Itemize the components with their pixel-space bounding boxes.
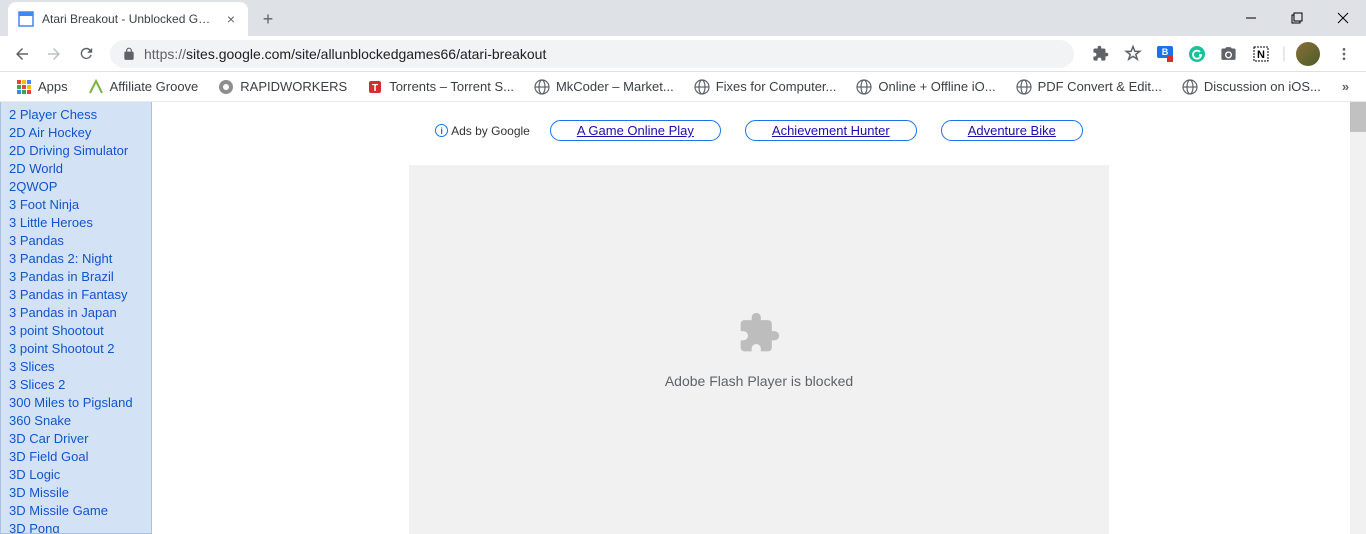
profile-avatar[interactable] (1296, 42, 1320, 66)
sidebar-game-link[interactable]: 3 point Shootout (9, 322, 143, 340)
bookmark-favicon (856, 79, 872, 95)
grammarly-icon[interactable] (1188, 45, 1206, 63)
bookmark-favicon (218, 79, 234, 95)
bookmark-label: RAPIDWORKERS (240, 79, 347, 94)
scrollbar-track[interactable] (1350, 102, 1366, 534)
sidebar-game-link[interactable]: 3 Pandas in Brazil (9, 268, 143, 286)
ad-link-pill[interactable]: Achievement Hunter (745, 120, 917, 141)
games-sidebar: 2 Player Chess2D Air Hockey2D Driving Si… (0, 102, 152, 534)
back-button[interactable] (8, 40, 36, 68)
sidebar-game-link[interactable]: 3 point Shootout 2 (9, 340, 143, 358)
tab-strip: Atari Breakout - Unblocked Games × + (0, 0, 1366, 36)
ad-link-pill[interactable]: A Game Online Play (550, 120, 721, 141)
sidebar-game-link[interactable]: 3D Missile (9, 484, 143, 502)
close-tab-icon[interactable]: × (224, 12, 238, 26)
flash-blocked-box[interactable]: Adobe Flash Player is blocked (409, 165, 1109, 534)
sidebar-game-link[interactable]: 3 Pandas in Fantasy (9, 286, 143, 304)
bookmark-favicon (1182, 79, 1198, 95)
close-window-button[interactable] (1320, 0, 1366, 36)
bookmark-favicon (534, 79, 550, 95)
minimize-button[interactable] (1228, 0, 1274, 36)
bookmarks-bar: Apps Affiliate Groove RAPIDWORKERS T Torrent… (0, 72, 1366, 102)
chrome-menu-button[interactable] (1330, 40, 1358, 68)
ads-row: i Ads by Google A Game Online Play Achiev… (152, 102, 1366, 147)
bookmark-favicon (88, 79, 104, 95)
bookmark-item[interactable]: Fixes for Computer... (686, 75, 845, 99)
sidebar-game-link[interactable]: 2D Air Hockey (9, 124, 143, 142)
svg-text:B: B (1162, 47, 1169, 57)
bookmark-favicon (694, 79, 710, 95)
sidebar-game-link[interactable]: 3D Logic (9, 466, 143, 484)
new-tab-button[interactable]: + (254, 5, 282, 33)
main-area: i Ads by Google A Game Online Play Achiev… (152, 102, 1366, 534)
sidebar-game-link[interactable]: 2D Driving Simulator (9, 142, 143, 160)
extension-blue-icon[interactable]: B (1156, 45, 1174, 63)
window-controls (1228, 0, 1366, 36)
sidebar-game-link[interactable]: 2 Player Chess (9, 106, 143, 124)
sidebar-game-link[interactable]: 3 Pandas 2: Night (9, 250, 143, 268)
ad-link-pill[interactable]: Adventure Bike (941, 120, 1083, 141)
sidebar-game-link[interactable]: 2D World (9, 160, 143, 178)
bookmarks-overflow-button[interactable]: » (1333, 79, 1358, 94)
bookmark-label: Discussion on iOS... (1204, 79, 1321, 94)
bookmark-favicon (1016, 79, 1032, 95)
ads-by-google-label: i Ads by Google (435, 124, 530, 138)
bookmark-item[interactable]: MkCoder – Market... (526, 75, 682, 99)
site-favicon (18, 11, 34, 27)
bookmark-favicon (16, 79, 32, 95)
sidebar-game-link[interactable]: 3D Car Driver (9, 430, 143, 448)
address-bar[interactable]: https://sites.google.com/site/allunblock… (110, 40, 1074, 68)
bookmark-label: Torrents – Torrent S... (389, 79, 514, 94)
sidebar-game-link[interactable]: 3 Pandas (9, 232, 143, 250)
bookmark-label: PDF Convert & Edit... (1038, 79, 1162, 94)
svg-text:T: T (372, 83, 378, 94)
page-content: 2 Player Chess2D Air Hockey2D Driving Si… (0, 102, 1366, 534)
extension-icons: B N (1084, 45, 1278, 63)
tab-title: Atari Breakout - Unblocked Games (42, 12, 216, 26)
sidebar-game-link[interactable]: 3 Little Heroes (9, 214, 143, 232)
sidebar-game-link[interactable]: 3D Missile Game (9, 502, 143, 520)
bookmark-item[interactable]: PDF Convert & Edit... (1008, 75, 1170, 99)
bookmark-item[interactable]: Discussion on iOS... (1174, 75, 1329, 99)
bookmark-label: MkCoder – Market... (556, 79, 674, 94)
maximize-button[interactable] (1274, 0, 1320, 36)
bookmark-item[interactable]: Affiliate Groove (80, 75, 207, 99)
bookmark-label: Affiliate Groove (110, 79, 199, 94)
bookmark-label: Fixes for Computer... (716, 79, 837, 94)
browser-toolbar: https://sites.google.com/site/allunblock… (0, 36, 1366, 72)
bookmark-item[interactable]: Online + Offline iO... (848, 75, 1003, 99)
sidebar-game-link[interactable]: 3D Field Goal (9, 448, 143, 466)
sidebar-game-link[interactable]: 3 Pandas in Japan (9, 304, 143, 322)
scrollbar-thumb[interactable] (1350, 102, 1366, 132)
sidebar-game-link[interactable]: 3 Slices (9, 358, 143, 376)
info-icon[interactable]: i (435, 124, 448, 137)
sidebar-game-link[interactable]: 300 Miles to Pigsland (9, 394, 143, 412)
lock-icon (122, 47, 136, 61)
sidebar-game-link[interactable]: 2QWOP (9, 178, 143, 196)
bookmark-item[interactable]: T Torrents – Torrent S... (359, 75, 522, 99)
bookmark-label: Online + Offline iO... (878, 79, 995, 94)
extension-n-icon[interactable]: N (1252, 45, 1270, 63)
bookmark-item[interactable]: RAPIDWORKERS (210, 75, 355, 99)
bookmark-item[interactable]: Apps (8, 75, 76, 99)
browser-tab[interactable]: Atari Breakout - Unblocked Games × (8, 2, 248, 36)
sidebar-game-link[interactable]: 3D Pong (9, 520, 143, 534)
puzzle-icon (737, 311, 781, 355)
sidebar-game-link[interactable]: 360 Snake (9, 412, 143, 430)
sidebar-game-link[interactable]: 3 Slices 2 (9, 376, 143, 394)
sidebar-game-link[interactable]: 3 Foot Ninja (9, 196, 143, 214)
reload-button[interactable] (72, 40, 100, 68)
extensions-icon[interactable] (1092, 45, 1110, 63)
bookmark-star-icon[interactable] (1124, 45, 1142, 63)
bookmark-favicon: T (367, 79, 383, 95)
forward-button[interactable] (40, 40, 68, 68)
bookmark-label: Apps (38, 79, 68, 94)
svg-text:N: N (1257, 49, 1265, 61)
flash-blocked-message: Adobe Flash Player is blocked (665, 373, 853, 389)
url-text: https://sites.google.com/site/allunblock… (144, 46, 1062, 62)
camera-icon[interactable] (1220, 45, 1238, 63)
